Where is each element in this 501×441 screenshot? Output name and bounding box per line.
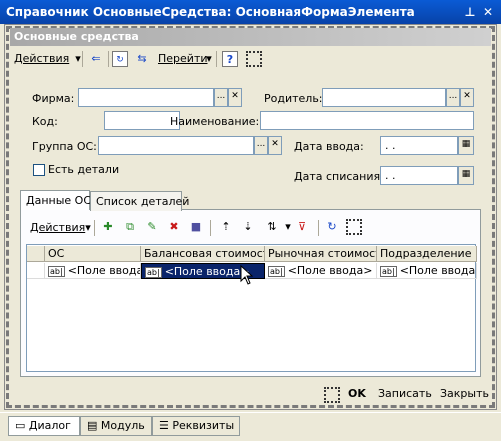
dropdown-arrow-icon[interactable]: ▾ (201, 51, 217, 67)
move-up-icon[interactable]: ⇡ (218, 219, 234, 235)
date-out-label: Дата списания: (294, 170, 384, 183)
column-header[interactable]: Подразделение (377, 246, 477, 262)
column-header[interactable]: ОС (45, 246, 141, 262)
form-buttons: OK Записать Закрыть (10, 384, 491, 406)
move-icon[interactable]: ⇆ (134, 51, 150, 67)
toolbar-separator (82, 51, 83, 67)
back-arrow-icon[interactable]: ⇐ (88, 51, 104, 67)
refresh-icon[interactable]: ↻ (324, 219, 340, 235)
form-header-title: Основные средства (14, 30, 139, 43)
dropdown-arrow-icon[interactable]: ▾ (70, 51, 86, 67)
clear-icon[interactable]: ✕ (268, 136, 282, 155)
tab-details-list[interactable]: Список деталей (90, 191, 189, 211)
editor-mode-tabs: ▭ Диалог ▤ Модуль ☰ Реквизиты (0, 412, 501, 441)
row-marker (27, 263, 45, 279)
form-toolbar: Действия ▾ ⇐ ↻ ⇆ Перейти ▾ ? (10, 48, 491, 70)
parent-label: Родитель: (264, 92, 323, 105)
help-icon[interactable]: ? (222, 51, 238, 67)
fields-panel: Фирма: ... ✕ Родитель: ... ✕ Код: Наимен… (24, 80, 479, 186)
column-header[interactable]: Балансовая стоимость (141, 246, 265, 262)
toolbar-separator (318, 220, 319, 236)
cell-value: <Поле ввода> (287, 264, 373, 277)
selection-icon[interactable] (324, 387, 340, 403)
cell-value: <Поле ввода> (67, 264, 140, 277)
filter-clear-icon[interactable]: ⊽ (294, 219, 310, 235)
group-label: Группа ОС: (32, 140, 97, 153)
add-row-icon[interactable]: ✚ (100, 219, 116, 235)
toolbar-separator (210, 220, 211, 236)
column-header[interactable]: Рыночная стоимость (265, 246, 377, 262)
clear-icon[interactable]: ✕ (228, 88, 242, 107)
code-input[interactable] (104, 111, 180, 130)
table-cell[interactable]: ab|<Поле ввода> (265, 263, 377, 279)
input-field-icon: ab| (145, 267, 162, 278)
clear-icon[interactable]: ✕ (460, 88, 474, 107)
tab-dialog[interactable]: ▭ Диалог (8, 416, 80, 436)
copy-row-icon[interactable]: ⧉ (122, 219, 138, 235)
toolbar-separator (94, 220, 95, 236)
refresh-icon[interactable]: ↻ (112, 51, 128, 67)
close-icon[interactable]: ✕ (480, 4, 496, 20)
firma-input[interactable] (78, 88, 214, 107)
window-titlebar: Справочник ОсновныеСредства: ОсновнаяФор… (0, 0, 501, 24)
ok-button[interactable]: OK (348, 387, 366, 400)
dialog-icon: ▭ (15, 419, 29, 432)
date-in-input[interactable]: . . (380, 136, 458, 155)
select-button[interactable]: ... (254, 136, 268, 155)
move-down-icon[interactable]: ⇣ (240, 219, 256, 235)
table-cell[interactable]: ab|<Поле ввода> (377, 263, 477, 279)
group-input[interactable] (98, 136, 254, 155)
parent-input[interactable] (322, 88, 446, 107)
edit-row-icon[interactable]: ✎ (144, 219, 160, 235)
firma-label: Фирма: (32, 92, 75, 105)
input-field-icon: ab| (48, 266, 65, 277)
table-cell[interactable]: ab|<Поле ввода> (45, 263, 141, 279)
select-button[interactable]: ... (446, 88, 460, 107)
cell-value: <Поле ввода> (164, 265, 250, 278)
form-header: Основные средства (10, 28, 491, 46)
sort-icon[interactable]: ⇅ (264, 219, 280, 235)
os-table[interactable]: ОС Балансовая стоимость Рыночная стоимос… (26, 244, 477, 372)
date-in-label: Дата ввода: (294, 140, 364, 153)
code-label: Код: (32, 115, 58, 128)
has-details-checkbox[interactable] (33, 164, 45, 176)
mouse-cursor-icon (240, 265, 254, 285)
pin-icon[interactable]: ⊥ (462, 4, 478, 20)
actions-menu[interactable]: Действия (14, 52, 69, 65)
module-icon: ▤ (87, 419, 101, 432)
tab-label: Модуль (100, 419, 145, 432)
toolbar-separator (108, 51, 109, 67)
tab-label: Реквизиты (172, 419, 235, 432)
selection-icon[interactable] (246, 51, 262, 67)
save-row-icon[interactable]: ■ (188, 219, 204, 235)
calendar-icon[interactable]: ▦ (458, 136, 474, 155)
name-input[interactable] (260, 111, 474, 130)
input-field-icon: ab| (380, 266, 397, 277)
has-details-label: Есть детали (48, 163, 120, 176)
input-field-icon: ab| (268, 266, 285, 277)
window-title: Справочник ОсновныеСредства: ОсновнаяФор… (6, 5, 415, 19)
tab-module[interactable]: ▤ Модуль (80, 416, 152, 436)
close-button[interactable]: Закрыть (440, 387, 489, 400)
name-label: Наименование: (170, 115, 260, 128)
calendar-icon[interactable]: ▦ (458, 166, 474, 185)
select-button[interactable]: ... (214, 88, 228, 107)
selection-icon[interactable] (346, 219, 362, 235)
tab-actions-menu[interactable]: Действия (30, 221, 85, 234)
tab-data-os[interactable]: Данные ОС (20, 190, 91, 210)
tab-label: Диалог (28, 419, 71, 432)
attributes-icon: ☰ (159, 419, 173, 432)
cell-value: <Поле ввода> (399, 264, 477, 277)
toolbar-separator (216, 51, 217, 67)
date-out-input[interactable]: . . (380, 166, 458, 185)
row-marker-header (27, 246, 45, 262)
delete-row-icon[interactable]: ✖ (166, 219, 182, 235)
tab-attributes[interactable]: ☰ Реквизиты (152, 416, 240, 436)
save-button[interactable]: Записать (378, 387, 432, 400)
